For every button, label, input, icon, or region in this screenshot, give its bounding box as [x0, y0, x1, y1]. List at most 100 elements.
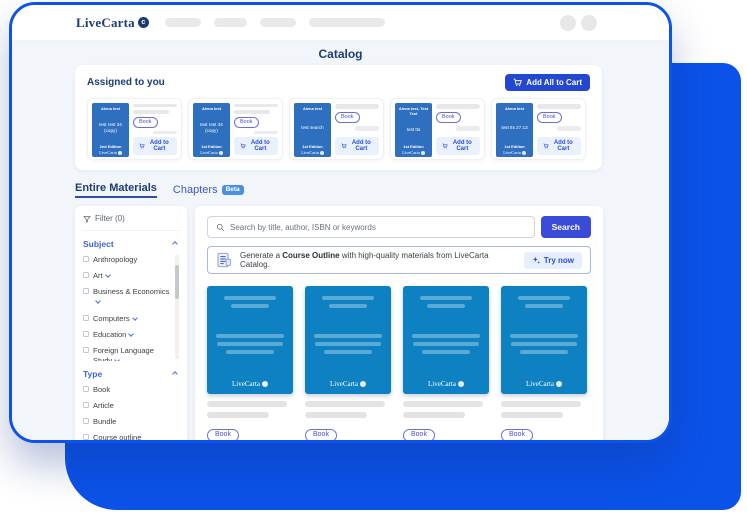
add-all-to-cart-button[interactable]: Add All to Cart	[505, 74, 590, 91]
checkbox[interactable]	[83, 418, 89, 424]
add-to-cart-button[interactable]: Add to Cart	[436, 137, 480, 155]
skeleton-bar	[305, 401, 385, 407]
type-section-header[interactable]: Type	[83, 369, 179, 379]
subject-checkbox-item[interactable]: Art	[83, 271, 172, 281]
logo-mark-icon	[458, 381, 464, 387]
subject-section-header[interactable]: Subject	[83, 239, 179, 249]
book-type-badge: Book	[403, 429, 435, 442]
checkbox[interactable]	[83, 288, 89, 294]
nav-skeleton-pill	[260, 18, 296, 27]
skeleton-bar	[305, 412, 367, 418]
checkbox[interactable]	[83, 272, 89, 278]
cover-skeleton-bar	[518, 296, 570, 300]
type-filter-list: Book Article Bundle Course outline	[83, 385, 179, 443]
book-cover[interactable]: LiveCarta	[207, 286, 293, 394]
add-to-cart-button[interactable]: Add to Cart	[133, 137, 177, 155]
nav-skeleton-pill	[214, 18, 247, 27]
skeleton-bar	[436, 104, 480, 109]
checkbox[interactable]	[83, 256, 89, 262]
cover-brand: LiveCarta	[94, 150, 127, 155]
tab-entire-materials[interactable]: Entire Materials	[75, 182, 157, 198]
catalog-main: Search Generate a Course Outline with hi…	[195, 206, 603, 443]
checkbox[interactable]	[83, 315, 89, 321]
cover-skeleton-bar	[322, 296, 374, 300]
subject-checkbox-item[interactable]: Computers	[83, 314, 172, 324]
catalog-tabs: Entire Materials Chapters Beta	[75, 181, 669, 198]
filter-header[interactable]: Filter (0)	[83, 214, 179, 231]
chevron-up-icon	[172, 241, 178, 247]
skeleton-bar	[456, 126, 480, 131]
logo-mark-icon: c	[138, 17, 149, 28]
skeleton-bar	[335, 104, 379, 109]
book-type-badge: Book	[335, 112, 360, 123]
assigned-item: Alena test test rest 34 (copy) 1st Editi…	[188, 98, 283, 160]
assigned-item-cover[interactable]: Alena test test rest 34 (copy) 2nd Editi…	[92, 103, 129, 157]
subject-list-scrollbar[interactable]	[175, 255, 179, 359]
subject-checkbox-item[interactable]: Business & Economics	[83, 287, 172, 307]
nav-placeholder	[165, 18, 385, 27]
assigned-item-cover[interactable]: Alena test test search 1st Edition LiveC…	[294, 103, 331, 157]
logo-mark-icon	[219, 151, 223, 155]
chevron-down-icon	[114, 357, 120, 361]
assigned-item-cover[interactable]: Alena test test rest 34 (copy) 1st Editi…	[193, 103, 230, 157]
cover-skeleton-bar	[427, 304, 465, 308]
subject-checkbox-item[interactable]: Education	[83, 330, 172, 340]
assigned-title: Assigned to you	[87, 77, 165, 88]
chevron-up-icon	[172, 371, 178, 377]
subject-checkbox-item[interactable]: Foreign Language Study	[83, 346, 172, 361]
cart-icon	[513, 78, 522, 87]
search-box	[207, 216, 535, 238]
browser-window: LiveCarta c Catalog Assigned to you Add …	[9, 2, 672, 443]
checkbox[interactable]	[83, 347, 89, 353]
search-input[interactable]	[230, 223, 526, 232]
book-cover[interactable]: LiveCarta	[501, 286, 587, 394]
livecarta-logo[interactable]: LiveCarta c	[76, 15, 149, 31]
book-type-badge: Book	[305, 429, 337, 442]
skeleton-bar	[207, 401, 287, 407]
search-button[interactable]: Search	[541, 216, 591, 238]
assigned-item-cover[interactable]: Alena test test tts 27.13 1st Edition Li…	[496, 103, 533, 157]
cart-icon	[543, 142, 549, 150]
type-checkbox-item[interactable]: Bundle	[83, 417, 172, 427]
course-outline-banner: Generate a Course Outline with high-qual…	[207, 246, 591, 274]
add-to-cart-button[interactable]: Add to Cart	[335, 137, 379, 155]
logo-mark-icon	[421, 151, 425, 155]
assigned-item: Alena test test tts 27.13 1st Edition Li…	[491, 98, 586, 160]
cover-brand: LiveCarta	[330, 380, 366, 388]
skeleton-bar	[355, 126, 379, 131]
skeleton-bar	[234, 104, 278, 107]
book-cover[interactable]: LiveCarta	[403, 286, 489, 394]
skeleton-bar	[403, 401, 483, 407]
cart-icon	[240, 142, 246, 150]
add-to-cart-button[interactable]: Add to Cart	[234, 137, 278, 155]
logo-mark-icon	[118, 151, 122, 155]
try-now-button[interactable]: Try now	[524, 252, 582, 269]
cover-brand: LiveCarta	[232, 380, 268, 388]
type-checkbox-item[interactable]: Book	[83, 385, 172, 395]
cover-skeleton-bar	[525, 304, 563, 308]
book-type-badge: Book	[207, 429, 239, 442]
cover-skeleton-bar	[224, 296, 276, 300]
beta-badge: Beta	[222, 185, 244, 195]
assigned-item: Alena test, Test Test test tts 1st Editi…	[390, 98, 485, 160]
book-type-badge: Book	[537, 112, 562, 123]
add-to-cart-button[interactable]: Add to Cart	[537, 137, 581, 155]
book-cover[interactable]: LiveCarta	[305, 286, 391, 394]
search-icon	[216, 223, 225, 232]
type-checkbox-item[interactable]: Course outline	[83, 433, 172, 443]
skeleton-bar	[403, 412, 465, 418]
assigned-item-cover[interactable]: Alena test, Test Test test tts 1st Editi…	[395, 103, 432, 157]
chevron-down-icon	[95, 299, 101, 305]
scrollbar-thumb[interactable]	[175, 265, 179, 299]
skeleton-bar	[234, 110, 270, 113]
checkbox[interactable]	[83, 386, 89, 392]
cart-icon	[139, 142, 145, 150]
checkbox[interactable]	[83, 331, 89, 337]
subject-filter-list: Anthropology Art Business & Economics Co…	[83, 255, 179, 361]
cover-brand: LiveCarta	[397, 150, 430, 155]
checkbox[interactable]	[83, 402, 89, 408]
checkbox[interactable]	[83, 434, 89, 440]
subject-checkbox-item[interactable]: Anthropology	[83, 255, 172, 265]
type-checkbox-item[interactable]: Article	[83, 401, 172, 411]
tab-chapters[interactable]: Chapters Beta	[173, 184, 244, 196]
